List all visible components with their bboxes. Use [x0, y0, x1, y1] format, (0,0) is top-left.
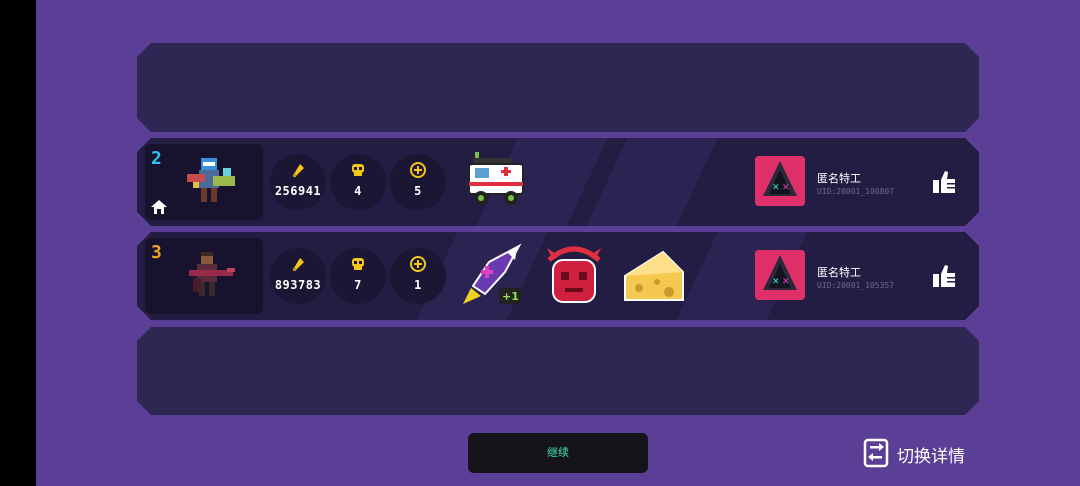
player-name: 匿名特工 [817, 266, 861, 279]
kills-stat: 7 [330, 248, 386, 304]
ammo-stat: 256941 [270, 154, 326, 210]
plus-circle-icon [410, 256, 426, 272]
character-portrait: 2 [145, 144, 263, 220]
switch-details-icon [863, 438, 889, 468]
empty-slot-top [137, 43, 979, 132]
rank-number: 3 [151, 242, 162, 263]
player-name: 匿名特工 [817, 172, 861, 185]
player-uid: UID:20001_100807 [817, 187, 895, 196]
empty-slot-bottom [137, 327, 979, 415]
svg-text:✕: ✕ [782, 277, 790, 287]
ammo-stat: 893783 [270, 248, 326, 304]
ambulance-car-icon [459, 148, 529, 216]
svg-text:✕: ✕ [772, 183, 780, 193]
bullet-icon [290, 162, 306, 178]
svg-text:+1: +1 [502, 290, 519, 303]
purple-rocket-plus-one-icon: +1 [459, 242, 529, 310]
svg-text:✕: ✕ [772, 277, 780, 287]
skull-icon [350, 162, 366, 178]
player-row-rank-2: 2 256941 4 5 ✕ ✕ 匿名特工 UID:20001_100807 [137, 138, 979, 226]
screen-edge-bar [0, 0, 36, 486]
bullet-icon [290, 256, 306, 272]
thumbs-up-icon[interactable] [931, 263, 957, 289]
health-stat: 1 [390, 248, 446, 304]
skull-icon [350, 256, 366, 272]
hooded-agent-icon: ✕ ✕ [755, 250, 805, 300]
plus-circle-icon [410, 162, 426, 178]
player-row-rank-3: 3 893783 7 1 +1 ✕ ✕ 匿名特工 UID:20001_10535… [137, 232, 979, 320]
thumbs-up-icon[interactable] [931, 169, 957, 195]
robot-gunner-icon [179, 154, 239, 210]
home-icon [151, 200, 167, 214]
player-uid: UID:20001_105357 [817, 281, 895, 290]
rank-number: 2 [151, 148, 162, 169]
cheese-icon [619, 242, 689, 310]
gunman-icon [179, 248, 239, 304]
kills-stat: 4 [330, 154, 386, 210]
health-stat: 5 [390, 154, 446, 210]
switch-details-label: 切换详情 [897, 447, 965, 467]
character-portrait: 3 [145, 238, 263, 314]
continue-button[interactable]: 继续 [468, 433, 648, 473]
hooded-agent-icon: ✕ ✕ [755, 156, 805, 206]
svg-text:✕: ✕ [782, 183, 790, 193]
red-demon-icon [539, 242, 609, 310]
